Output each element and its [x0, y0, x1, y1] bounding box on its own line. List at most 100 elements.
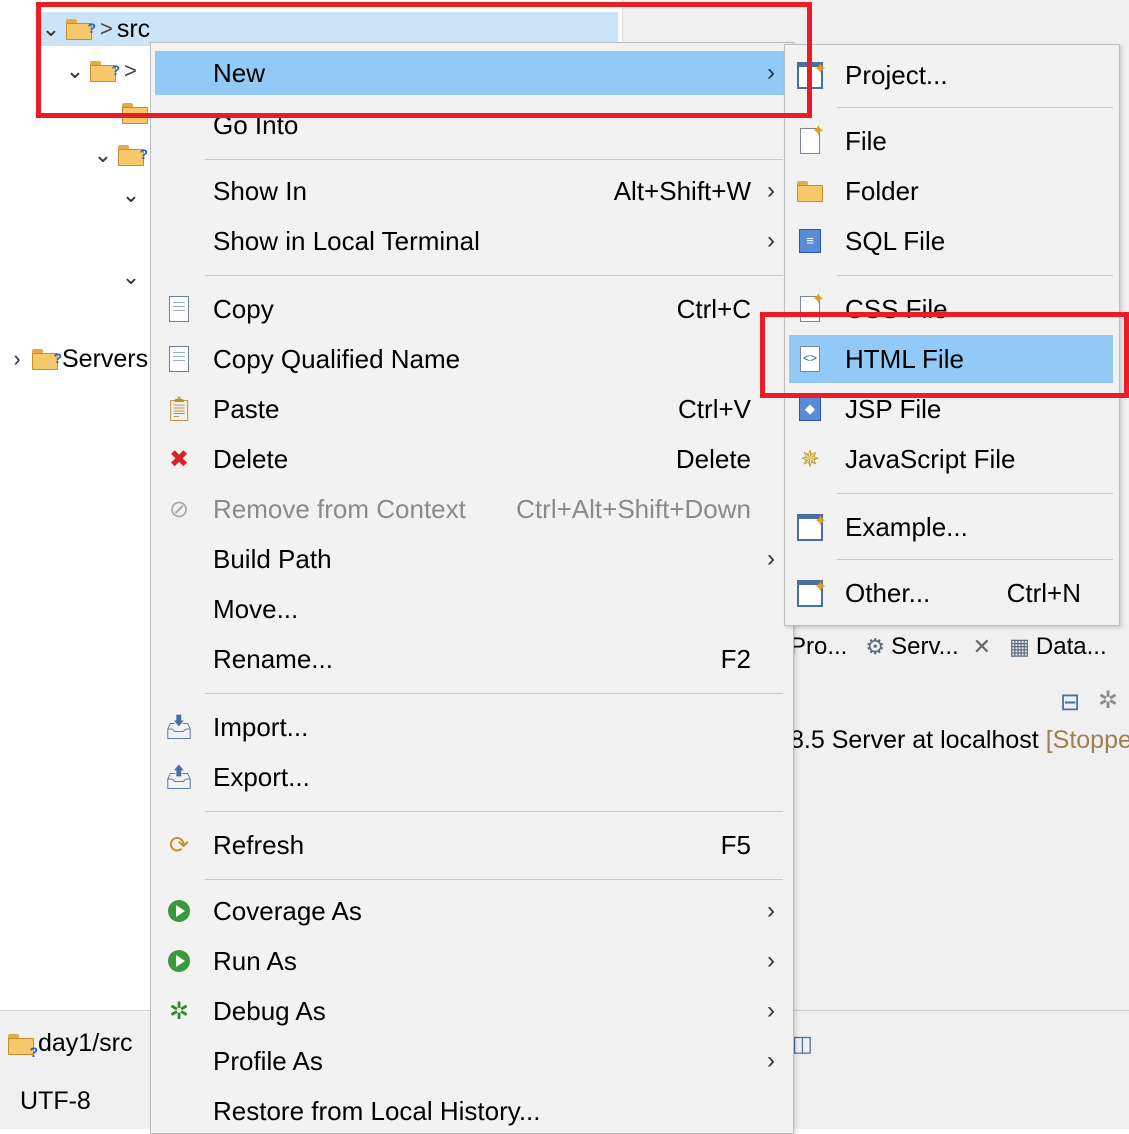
menu-item-move[interactable]: Move...: [155, 587, 787, 631]
tab-servers[interactable]: ⚙ Serv... ✕: [865, 633, 991, 661]
debug-icon[interactable]: ✲: [1098, 686, 1118, 715]
menu-item-rename[interactable]: Rename... F2: [155, 637, 787, 681]
run-icon: [168, 950, 190, 972]
new-folder-icon: [797, 181, 823, 202]
menu-item-label: Show in Local Terminal: [213, 225, 480, 256]
close-icon[interactable]: ✕: [973, 634, 991, 660]
menu-separator: [205, 879, 783, 880]
menu-item-go-into[interactable]: Go Into: [155, 103, 787, 147]
submenu-arrow-icon: ›: [767, 1047, 775, 1074]
chevron-down-icon[interactable]: ⌄: [40, 12, 62, 46]
menu-item-shortcut: Ctrl+C: [676, 293, 751, 324]
menu-item-run-as[interactable]: Run As ›: [155, 939, 787, 983]
javascript-file-icon: ✵: [799, 445, 821, 473]
tree-row[interactable]: ⌄: [120, 178, 142, 212]
menu-separator: [205, 811, 783, 812]
menu-item-label: Profile As: [213, 1045, 323, 1076]
menu-item-copy[interactable]: Copy Ctrl+C: [155, 287, 787, 331]
menu-item-build-path[interactable]: Build Path ›: [155, 537, 787, 581]
menu-item-paste[interactable]: 📋︎ Paste Ctrl+V: [155, 387, 787, 431]
coverage-icon: [168, 900, 190, 922]
folder-icon: ?: [90, 61, 120, 82]
menu-item-shortcut: Ctrl+V: [678, 393, 751, 424]
chevron-right-icon[interactable]: ›: [6, 342, 28, 376]
submenu-item-label: File: [845, 125, 887, 156]
menu-separator: [837, 107, 1113, 108]
window-icon[interactable]: ◫: [792, 1031, 813, 1057]
menu-item-label: Build Path: [213, 543, 332, 574]
submenu-arrow-icon: ›: [767, 227, 775, 254]
tree-row[interactable]: [118, 96, 152, 130]
submenu-item-css-file[interactable]: ✦ CSS File: [789, 285, 1113, 333]
submenu-item-label: Example...: [845, 511, 968, 542]
menu-item-delete[interactable]: ✖ Delete Delete: [155, 437, 787, 481]
submenu-item-shortcut: Ctrl+N: [1006, 577, 1081, 608]
chevron-down-icon[interactable]: ⌄: [64, 54, 86, 88]
menu-item-label: Coverage As: [213, 895, 362, 926]
menu-item-shortcut: Ctrl+Alt+Shift+Down: [516, 493, 751, 524]
delete-icon: ✖: [168, 445, 190, 473]
menu-item-label: Go Into: [213, 109, 299, 140]
sql-file-icon: ≡: [799, 229, 821, 253]
submenu-item-jsp-file[interactable]: ◆ JSP File: [789, 385, 1113, 433]
tab-project[interactable]: Pro...: [790, 633, 847, 661]
servers-folder-icon: ?: [32, 349, 62, 370]
example-icon: ✦: [797, 513, 827, 541]
tree-row[interactable]: ⌄: [120, 260, 142, 294]
tree-path-separator: >: [100, 16, 113, 41]
chevron-down-icon[interactable]: ⌄: [120, 178, 142, 212]
submenu-item-other[interactable]: ✦ Other... Ctrl+N: [789, 569, 1113, 617]
menu-item-import[interactable]: 📥︎ Import...: [155, 705, 787, 749]
submenu-item-project[interactable]: ✦ Project...: [789, 51, 1113, 99]
submenu-item-javascript-file[interactable]: ✵ JavaScript File: [789, 435, 1113, 483]
menu-item-shortcut: Alt+Shift+W: [613, 175, 751, 206]
submenu-item-folder[interactable]: Folder: [789, 167, 1113, 215]
tree-row-servers[interactable]: › ? Servers: [6, 342, 148, 376]
submenu-item-label: Project...: [845, 59, 948, 90]
submenu-item-label: JavaScript File: [845, 443, 1016, 474]
menu-item-restore-from-local-history[interactable]: Restore from Local History...: [155, 1089, 787, 1133]
submenu-arrow-icon: ›: [767, 177, 775, 204]
server-entry[interactable]: 8.5 Server at localhost [Stopped, I: [790, 726, 1129, 755]
menu-item-label: Move...: [213, 593, 299, 624]
menu-item-export[interactable]: 📤︎ Export...: [155, 755, 787, 799]
tree-path-separator: >: [124, 58, 137, 83]
tab-data[interactable]: ▦ Data...: [1009, 633, 1107, 661]
menu-separator: [837, 559, 1113, 560]
paste-icon: 📋︎: [163, 395, 195, 423]
servers-view-tabs: Pro... ⚙ Serv... ✕ ▦ Data...: [790, 626, 1125, 668]
menu-item-label: Paste: [213, 393, 280, 424]
menu-item-show-in[interactable]: Show In Alt+Shift+W ›: [155, 169, 787, 213]
submenu-item-file[interactable]: ✦ File: [789, 117, 1113, 165]
submenu-item-sql-file[interactable]: ≡ SQL File: [789, 217, 1113, 265]
menu-item-profile-as[interactable]: Profile As ›: [155, 1039, 787, 1083]
new-submenu: ✦ Project... ✦ File Folder ≡ SQL File ✦ …: [784, 44, 1120, 626]
other-wizard-icon: ✦: [797, 579, 827, 607]
menu-item-shortcut: F5: [720, 829, 751, 860]
submenu-item-html-file[interactable]: <> HTML File: [789, 335, 1113, 383]
menu-item-label: Refresh: [213, 829, 305, 860]
submenu-item-example[interactable]: ✦ Example...: [789, 503, 1113, 551]
collapse-all-icon[interactable]: ⊟: [1060, 688, 1080, 717]
menu-item-copy-qualified-name[interactable]: Copy Qualified Name: [155, 337, 787, 381]
submenu-arrow-icon: ›: [767, 947, 775, 974]
tree-row[interactable]: ⌄ ?: [92, 138, 148, 172]
menu-item-show-in-local-terminal[interactable]: Show in Local Terminal ›: [155, 219, 787, 263]
status-path: ? day1/src: [4, 1029, 132, 1060]
submenu-item-label: Folder: [845, 175, 919, 206]
menu-item-shortcut: Delete: [675, 443, 751, 474]
chevron-down-icon[interactable]: ⌄: [92, 138, 114, 172]
new-project-icon: ✦: [797, 61, 827, 89]
export-icon: 📤︎: [163, 763, 195, 791]
menu-item-label: Copy Qualified Name: [213, 343, 461, 374]
menu-separator: [205, 159, 783, 160]
menu-item-refresh[interactable]: ⟳ Refresh F5: [155, 823, 787, 867]
menu-item-new[interactable]: New ›: [155, 51, 787, 95]
menu-item-coverage-as[interactable]: Coverage As ›: [155, 889, 787, 933]
tree-row-src[interactable]: ⌄ ? > src: [40, 12, 618, 46]
menu-item-debug-as[interactable]: ✲ Debug As ›: [155, 989, 787, 1033]
submenu-item-label: CSS File: [845, 293, 948, 324]
tree-row[interactable]: ⌄ ? >: [64, 54, 141, 88]
submenu-item-label: HTML File: [845, 343, 964, 374]
chevron-down-icon[interactable]: ⌄: [120, 260, 142, 294]
